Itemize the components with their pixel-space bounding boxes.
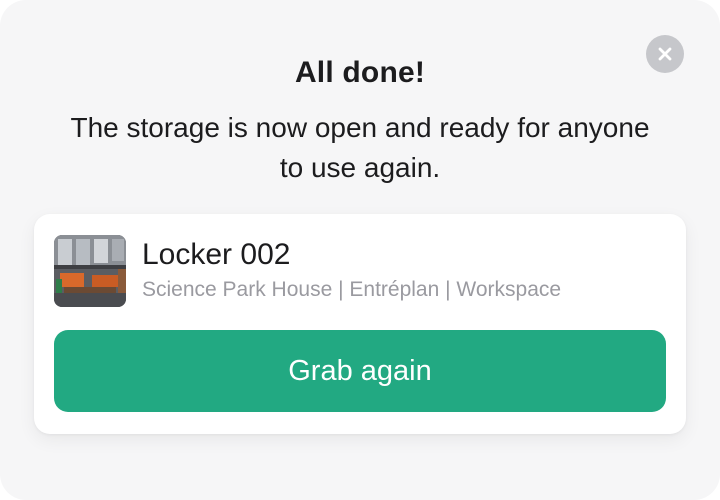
locker-card: Locker 002 Science Park House | Entrépla… (34, 214, 686, 434)
locker-name: Locker 002 (142, 238, 291, 271)
dialog-title: All done! (294, 56, 426, 89)
grab-again-button[interactable]: Grab again (54, 330, 666, 412)
locker-image (54, 235, 126, 307)
dialog: All done! The storage is now open and re… (0, 0, 720, 500)
locker-location: Science Park House | Entréplan | Workspa… (142, 278, 562, 301)
dialog-message: The storage is now open and ready for an… (70, 112, 650, 183)
